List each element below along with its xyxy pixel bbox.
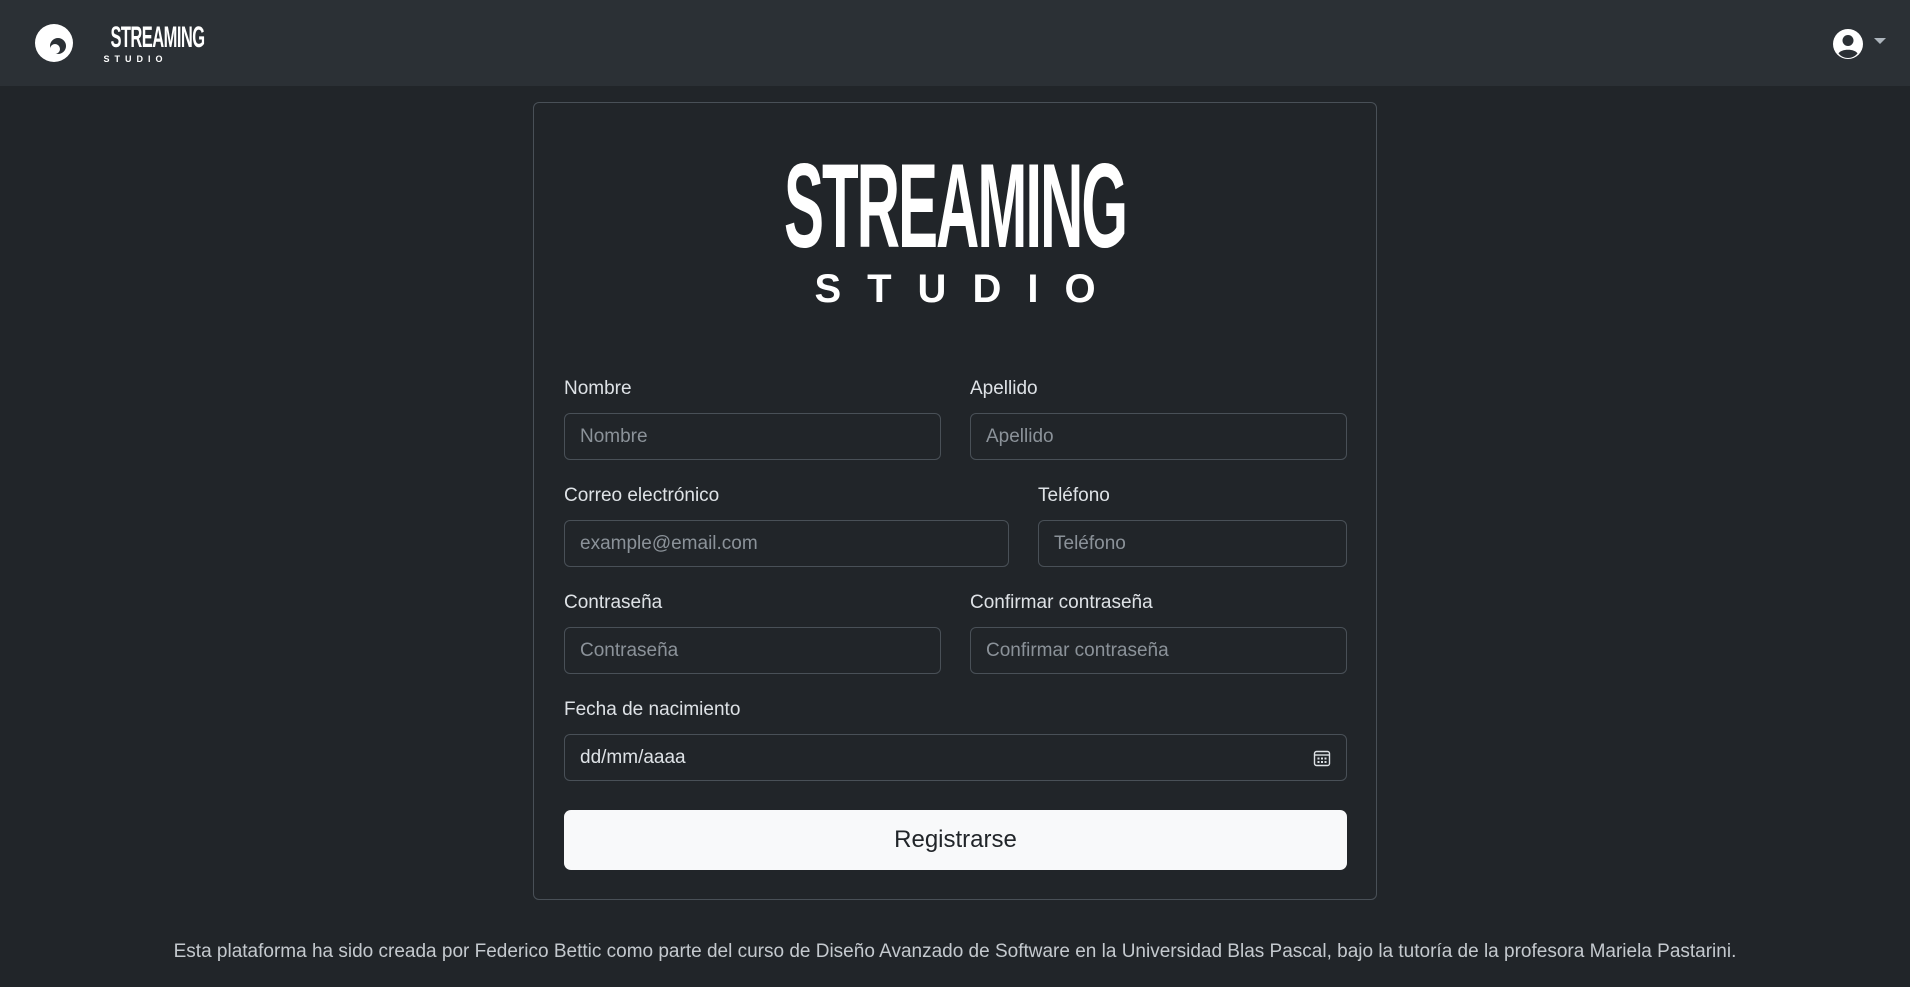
confirm-password-label: Confirmar contraseña [970, 592, 1153, 613]
confirm-password-input[interactable] [970, 627, 1347, 674]
streaming-studio-logo-icon [35, 24, 73, 62]
caret-down-icon [1874, 38, 1886, 44]
email-input[interactable] [564, 520, 1009, 567]
hero-logo-word: STREAMING [784, 139, 1128, 273]
calendar-icon[interactable] [1313, 749, 1331, 767]
user-circle-icon [1833, 29, 1863, 59]
birth-date-input[interactable]: dd/mm/aaaa [564, 734, 1347, 781]
email-label: Correo electrónico [564, 485, 720, 506]
birth-date-label: Fecha de nacimiento [564, 699, 741, 720]
password-input[interactable] [564, 627, 941, 674]
password-label: Contraseña [564, 592, 663, 613]
register-button[interactable]: Registrarse [564, 810, 1347, 870]
registration-card: STREAMING STUDIO Nombre Apellido Correo … [533, 102, 1377, 900]
phone-label: Teléfono [1038, 485, 1110, 506]
birth-date-text: dd/mm/aaaa [580, 746, 686, 768]
footer-credits: Esta plataforma ha sido creada por Feder… [173, 941, 1737, 962]
last-name-label: Apellido [970, 378, 1038, 399]
last-name-input[interactable] [970, 413, 1347, 460]
phone-input[interactable] [1038, 520, 1347, 567]
first-name-input[interactable] [564, 413, 941, 460]
hero-logo: STREAMING STUDIO [534, 139, 1376, 312]
brand-sub: STUDIO [103, 53, 168, 64]
user-menu-dropdown[interactable] [1832, 28, 1886, 60]
top-navbar: STREAMING STUDIO [0, 0, 1910, 86]
first-name-label: Nombre [564, 378, 632, 399]
brand-wordmark: STREAMING STUDIO [92, 20, 205, 64]
brand-word: STREAMING [110, 20, 205, 54]
brand-home-link[interactable]: STREAMING STUDIO [34, 20, 205, 66]
